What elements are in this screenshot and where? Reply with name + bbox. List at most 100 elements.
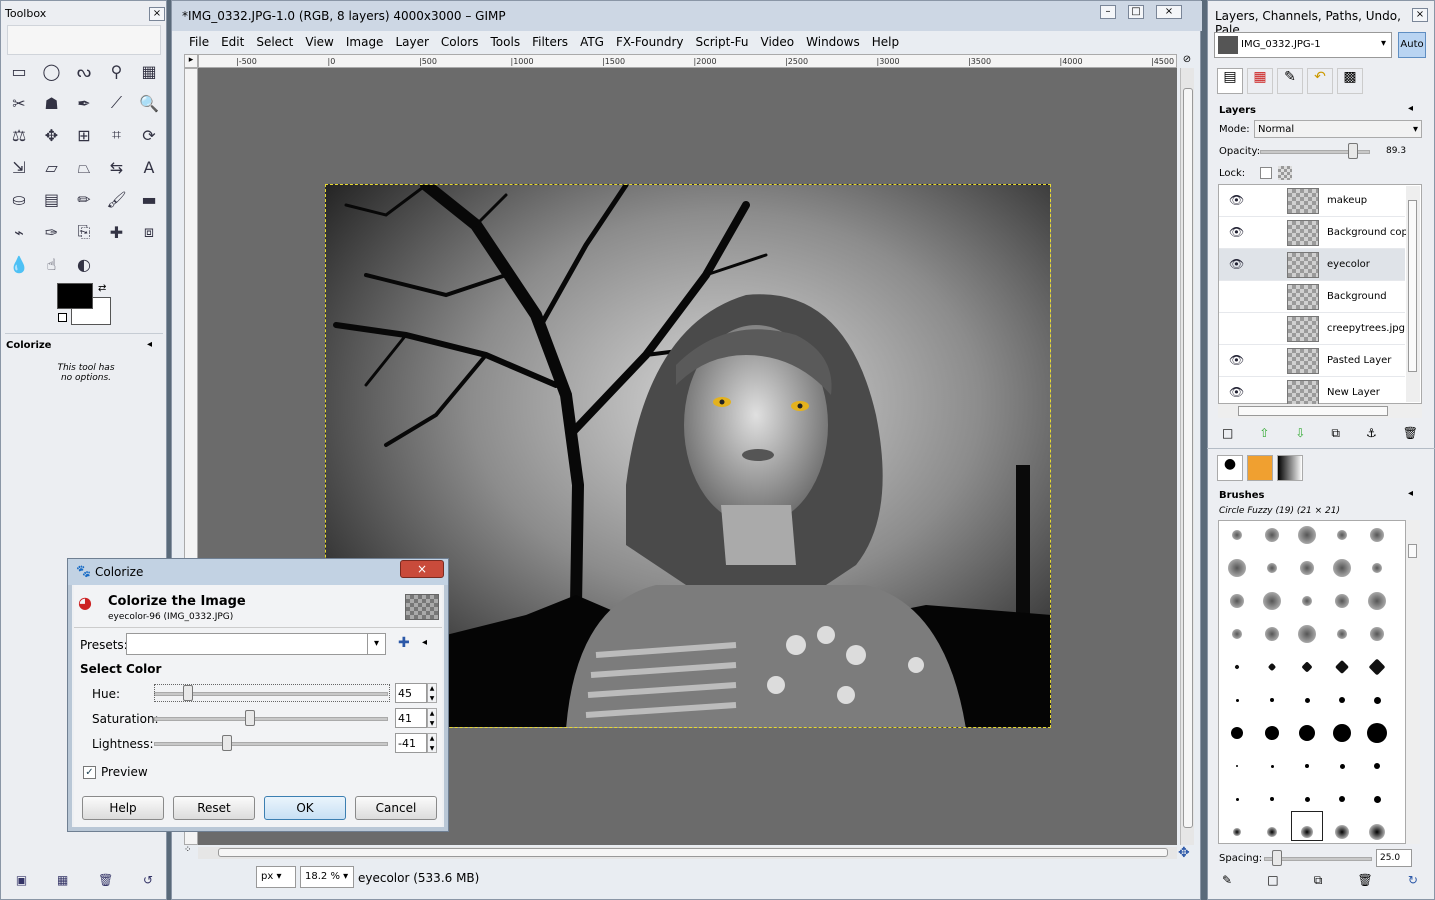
- saturation-spinner[interactable]: ▲ ▼: [427, 708, 437, 728]
- tab-undo[interactable]: ↶: [1307, 68, 1333, 94]
- color-select-icon[interactable]: ▦: [136, 58, 162, 84]
- reset-options-icon[interactable]: ↺: [143, 873, 153, 887]
- shear-icon[interactable]: ▱: [39, 155, 65, 181]
- eye-icon[interactable]: 👁: [1229, 385, 1244, 399]
- layer-row[interactable]: 👁 makeup: [1219, 185, 1405, 217]
- tab-layers[interactable]: ▤: [1217, 68, 1243, 94]
- brush-preview[interactable]: [1300, 561, 1314, 575]
- tab-channels[interactable]: ▦: [1247, 68, 1273, 94]
- delete-brush-icon[interactable]: 🗑: [1358, 873, 1373, 888]
- hue-input[interactable]: 45: [395, 683, 427, 703]
- rect-select-icon[interactable]: ▭: [6, 58, 32, 84]
- new-layer-icon[interactable]: □: [1222, 426, 1233, 441]
- align-icon[interactable]: ⊞: [71, 122, 97, 148]
- tab-menu-icon[interactable]: ◂: [147, 339, 152, 350]
- brush-preview[interactable]: [1231, 727, 1243, 739]
- horizontal-scrollbar[interactable]: [198, 847, 1177, 859]
- lock-alpha-icon[interactable]: [1278, 166, 1292, 180]
- brush-preview[interactable]: [1337, 629, 1347, 639]
- tab-patterns[interactable]: [1247, 455, 1273, 481]
- close-icon[interactable]: ×: [1156, 5, 1182, 19]
- bucket-fill-icon[interactable]: ⛀: [6, 187, 32, 213]
- lower-layer-icon[interactable]: ⇩: [1295, 426, 1305, 441]
- delete-layer-icon[interactable]: 🗑: [1403, 426, 1418, 441]
- brush-preview[interactable]: [1263, 592, 1281, 610]
- brush-preview[interactable]: [1236, 765, 1238, 767]
- brush-preview[interactable]: [1337, 530, 1347, 540]
- brush-preview[interactable]: [1267, 827, 1277, 837]
- tab-menu-icon[interactable]: ◂: [1408, 488, 1413, 499]
- image-select[interactable]: IMG_0332.JPG-1 ▾: [1214, 32, 1392, 58]
- close-icon[interactable]: ×: [400, 560, 444, 578]
- delete-options-icon[interactable]: 🗑: [98, 873, 113, 887]
- brush-preview[interactable]: [1301, 661, 1313, 673]
- measure-icon[interactable]: ⚖: [6, 122, 32, 148]
- menu-view[interactable]: View: [299, 32, 339, 52]
- brush-preview[interactable]: [1267, 662, 1277, 672]
- layer-row[interactable]: Background: [1219, 281, 1405, 313]
- close-icon[interactable]: ×: [149, 7, 165, 21]
- brush-preview[interactable]: [1228, 559, 1246, 577]
- navigate-icon[interactable]: ⁘: [184, 845, 198, 859]
- brush-preview[interactable]: [1299, 725, 1315, 741]
- brush-preview[interactable]: [1298, 625, 1316, 643]
- layer-row[interactable]: 👁 eyecolor: [1219, 249, 1405, 281]
- pencil-icon[interactable]: ✏: [71, 187, 97, 213]
- new-brush-icon[interactable]: □: [1267, 873, 1278, 888]
- text-icon[interactable]: A: [136, 155, 162, 181]
- eye-icon[interactable]: 👁: [1229, 193, 1244, 207]
- menu-video[interactable]: Video: [755, 32, 801, 52]
- lock-pixels-checkbox[interactable]: [1260, 167, 1272, 179]
- brush-preview[interactable]: [1298, 526, 1316, 544]
- brush-preview[interactable]: [1302, 596, 1312, 606]
- brush-preview[interactable]: [1233, 828, 1241, 836]
- menu-filters[interactable]: Filters: [526, 32, 574, 52]
- brush-preview[interactable]: [1305, 764, 1309, 768]
- brush-preview[interactable]: [1373, 696, 1381, 704]
- swap-colors-icon[interactable]: ⇄: [98, 283, 106, 294]
- clone-icon[interactable]: ⎘: [71, 219, 97, 245]
- auto-button[interactable]: Auto: [1398, 32, 1426, 58]
- blur-icon[interactable]: 💧: [6, 251, 32, 277]
- lightness-spinner[interactable]: ▲ ▼: [427, 733, 437, 753]
- lightness-slider-knob[interactable]: [222, 735, 232, 751]
- brush-preview[interactable]: [1335, 594, 1349, 608]
- menu-image[interactable]: Image: [340, 32, 390, 52]
- brush-preview[interactable]: [1270, 797, 1274, 801]
- navigate-move-icon[interactable]: ✥: [1178, 845, 1190, 861]
- brush-preview[interactable]: [1373, 795, 1381, 803]
- brush-preview[interactable]: [1232, 629, 1242, 639]
- brush-preview[interactable]: [1235, 698, 1239, 702]
- vertical-scrollbar[interactable]: [1180, 68, 1194, 845]
- menu-colors[interactable]: Colors: [435, 32, 485, 52]
- opacity-slider-knob[interactable]: [1348, 143, 1359, 159]
- foreground-select-icon[interactable]: ☗: [39, 90, 65, 116]
- brush-preview[interactable]: [1304, 697, 1310, 703]
- color-picker-icon[interactable]: ⟋: [104, 90, 130, 116]
- duplicate-layer-icon[interactable]: ⧉: [1331, 426, 1340, 441]
- hue-slider-knob[interactable]: [183, 685, 193, 701]
- saturation-input[interactable]: 41: [395, 708, 427, 728]
- vertical-scrollbar-thumb[interactable]: [1183, 88, 1193, 828]
- tab-palettes[interactable]: ▩: [1337, 68, 1363, 94]
- eye-icon[interactable]: 👁: [1229, 353, 1244, 367]
- brush-preview[interactable]: [1232, 530, 1242, 540]
- brush-preview[interactable]: [1339, 697, 1345, 703]
- brush-preview[interactable]: [1374, 763, 1380, 769]
- menu-help[interactable]: Help: [866, 32, 905, 52]
- edit-brush-icon[interactable]: ✎: [1222, 873, 1232, 888]
- perspective-clone-icon[interactable]: ⧈: [136, 219, 162, 245]
- crop-icon[interactable]: ⌗: [104, 122, 130, 148]
- paths-icon[interactable]: ✒: [71, 90, 97, 116]
- brush-preview[interactable]: [1265, 528, 1279, 542]
- brush-preview[interactable]: [1270, 764, 1274, 768]
- menu-fx-foundry[interactable]: FX-Foundry: [610, 32, 690, 52]
- cancel-button[interactable]: Cancel: [355, 796, 437, 820]
- menu-layer[interactable]: Layer: [389, 32, 434, 52]
- fuzzy-select-icon[interactable]: ⚲: [104, 58, 130, 84]
- rotate-icon[interactable]: ⟳: [136, 122, 162, 148]
- brush-preview[interactable]: [1370, 627, 1384, 641]
- refresh-brushes-icon[interactable]: ↻: [1408, 873, 1418, 888]
- brush-preview[interactable]: [1368, 658, 1386, 676]
- brush-preview[interactable]: [1265, 627, 1279, 641]
